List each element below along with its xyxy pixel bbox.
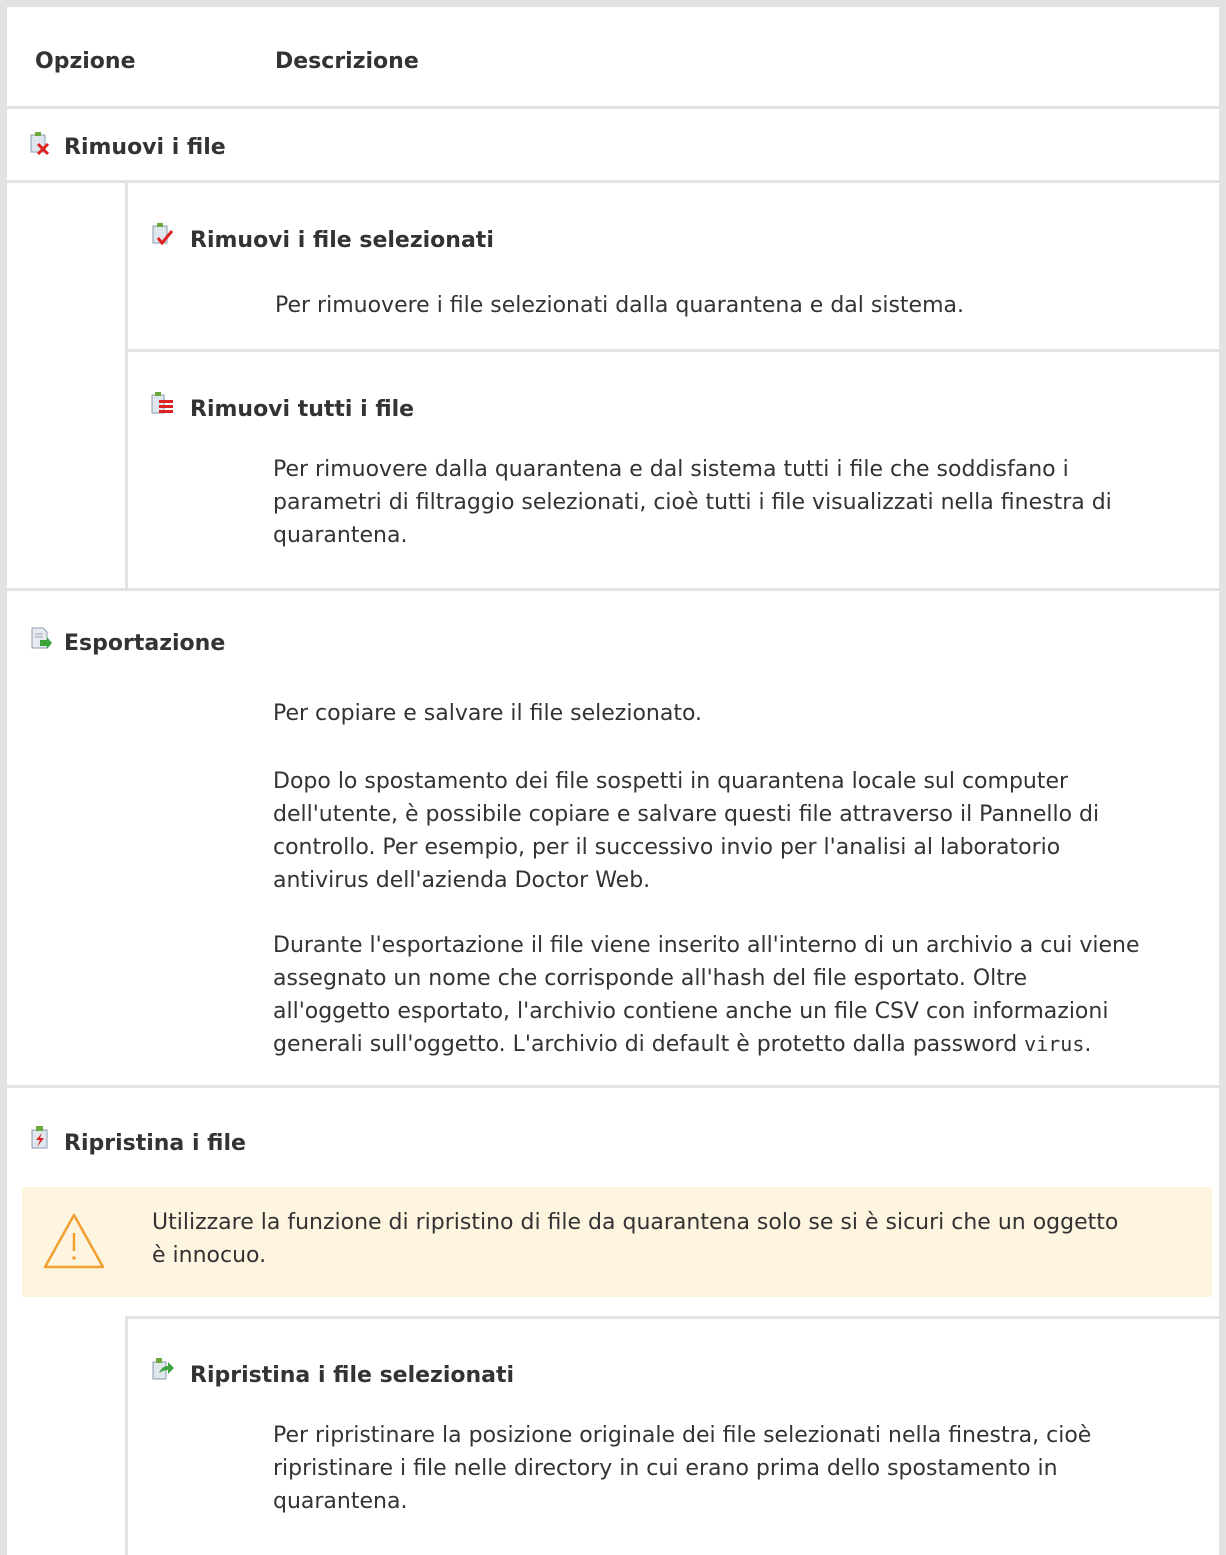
options-table: Opzione Descrizione Rimuovi i file Rimuo…	[0, 0, 1226, 1555]
section-title-remove: Rimuovi i file	[64, 135, 226, 160]
subsection-title-remove-all: Rimuovi tutti i file	[190, 397, 415, 422]
text-line: dell'utente, è possibile copiare e salva…	[273, 802, 1100, 827]
text-line: è innocuo.	[152, 1243, 267, 1268]
text-span: .	[1084, 1032, 1092, 1057]
remove-selected-icon	[152, 223, 174, 246]
text-line: quarantena.	[273, 523, 408, 548]
section-title-restore: Ripristina i file	[64, 1131, 246, 1156]
export-desc-1: Per copiare e salvare il file selezionat…	[273, 701, 703, 726]
restore-selected-desc: Per ripristinare la posizione originale …	[273, 1419, 1091, 1518]
subsection-title-restore-selected: Ripristina i file selezionati	[190, 1363, 515, 1388]
warning-icon	[43, 1213, 105, 1269]
text-line: parametri di filtraggio selezionati, cio…	[273, 490, 1112, 515]
table-left-border	[0, 0, 7, 1555]
nested-left-border	[125, 1316, 128, 1555]
subsection-divider	[125, 349, 1226, 352]
remove-all-desc: Per rimuovere dalla quarantena e dal sis…	[273, 453, 1112, 552]
text-line: Dopo lo spostamento dei file sospetti in…	[273, 769, 1069, 794]
text-line: generali sull'oggetto. L'archivio di def…	[273, 1028, 1140, 1061]
text-line: Durante l'esportazione il file viene ins…	[273, 933, 1140, 958]
text-line: Utilizzare la funzione di ripristino di …	[152, 1210, 1119, 1235]
subsection-divider	[125, 1316, 1226, 1319]
restore-files-icon	[31, 1126, 48, 1149]
text-line: ripristinare i file nelle directory in c…	[273, 1456, 1058, 1481]
restore-selected-icon	[152, 1358, 174, 1380]
header-divider	[0, 106, 1226, 109]
text-line: Per ripristinare la posizione originale …	[273, 1423, 1092, 1448]
nested-left-border	[125, 180, 128, 588]
remove-selected-desc: Per rimuovere i file selezionati dalla q…	[275, 293, 964, 318]
header-option: Opzione	[35, 49, 136, 74]
table-right-border	[1219, 0, 1226, 1555]
text-line: antivirus dell'azienda Doctor Web.	[273, 868, 651, 893]
text-line: controllo. Per esempio, per il successiv…	[273, 835, 1061, 860]
subsection-title-remove-selected: Rimuovi i file selezionati	[190, 228, 494, 253]
warning-text: Utilizzare la funzione di ripristino di …	[152, 1206, 1118, 1272]
text-line: assegnato un nome che corrisponde all'ha…	[273, 966, 1028, 991]
export-icon	[31, 627, 52, 649]
text-line: all'oggetto esportato, l'archivio contie…	[273, 999, 1109, 1024]
remove-all-icon	[151, 392, 173, 414]
text-span: generali sull'oggetto. L'archivio di def…	[273, 1032, 1025, 1057]
section-title-export: Esportazione	[64, 631, 226, 656]
text-line: Per rimuovere dalla quarantena e dal sis…	[273, 457, 1069, 482]
section-divider	[0, 180, 1226, 183]
header-description: Descrizione	[275, 49, 419, 74]
table-top-border	[0, 0, 1226, 7]
section-divider	[0, 588, 1226, 591]
text-line: quarantena.	[273, 1489, 408, 1514]
warning-box: Utilizzare la funzione di ripristino di …	[22, 1187, 1212, 1297]
export-desc-3: Durante l'esportazione il file viene ins…	[273, 929, 1140, 1061]
password-code: virus	[1024, 1032, 1085, 1056]
export-desc-2: Dopo lo spostamento dei file sospetti in…	[273, 765, 1099, 897]
section-divider	[0, 1085, 1226, 1088]
remove-files-icon	[30, 132, 50, 156]
